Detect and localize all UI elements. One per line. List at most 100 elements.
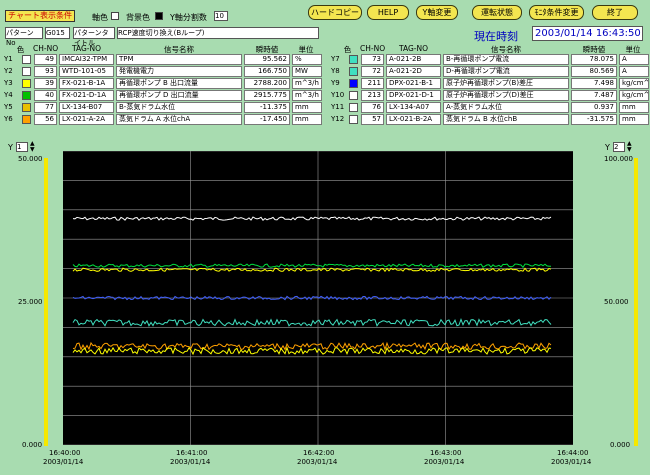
signal-color-swatch[interactable] — [349, 55, 358, 64]
left-tick-mid: 25.000 — [18, 298, 43, 306]
monitor-condition-button[interactable]: ﾓﾆﾀ条件変更 — [529, 5, 584, 20]
signal-tag-no: DPX-021-B-1 — [386, 78, 441, 89]
clock-label: 現在時刻 — [474, 30, 518, 43]
bg-color-label: 背景色 — [126, 13, 150, 22]
signal-tag-no: WTD-101-05 — [59, 66, 114, 77]
signal-color-swatch[interactable] — [22, 91, 31, 100]
signal-ch-no: 76 — [361, 102, 384, 113]
signal-unit: mm — [619, 102, 649, 113]
signal-value: -17.450 — [244, 114, 290, 125]
x-tick-time: 16:40:00 — [49, 449, 81, 457]
signal-ch-no: 39 — [34, 78, 57, 89]
signal-color-swatch[interactable] — [349, 115, 358, 124]
signal-unit: kg/cm^2 — [619, 78, 649, 89]
x-tick-date: 2003/01/14 — [297, 458, 338, 466]
col-header-tag-r: TAG-NO — [398, 44, 429, 53]
signal-tag-no: LX-134-A07 — [386, 102, 441, 113]
left-axis-select[interactable]: 1 — [16, 142, 28, 152]
signal-tag-no: FX-021-D-1A — [59, 90, 114, 101]
signal-y-label: Y6 — [4, 115, 13, 123]
signal-row[interactable]: Y9 211 DPX-021-B-1 原子炉再循環ポンプ(B)差圧 7.498 kg/cm… — [331, 78, 650, 89]
signal-unit: mm — [619, 114, 649, 125]
signal-value: 78.075 — [571, 54, 617, 65]
x-tick-date: 2003/01/14 — [551, 458, 592, 466]
signal-color-swatch[interactable] — [22, 103, 31, 112]
chart-settings-tab[interactable]: チャート表示条件 — [5, 10, 75, 22]
signal-row[interactable]: Y1 49 IMCAI32-TPM TPM 95.562% — [4, 54, 324, 65]
pattern-no-value[interactable]: G015 — [45, 27, 70, 39]
signal-name: 再循環ポンプ D 出口流量 — [116, 90, 242, 101]
right-tick-top: 100.000 — [604, 155, 633, 163]
signal-y-label: Y12 — [331, 115, 345, 123]
signal-tag-no: FX-021-B-1A — [59, 78, 114, 89]
signal-color-swatch[interactable] — [22, 55, 31, 64]
signal-name: 原子炉再循環ポンプ(D)差圧 — [443, 90, 569, 101]
left-y-axis-bar — [44, 158, 48, 446]
signal-tag-no: A-021-2B — [386, 54, 441, 65]
signal-name: 蒸気ドラム A 水位chA — [116, 114, 242, 125]
signal-unit: m^3/h — [292, 90, 322, 101]
right-y-axis-bar — [634, 158, 638, 446]
signal-row[interactable]: Y7 73 A-021-2B B-再循環ポンプ電流 78.075 A — [331, 54, 650, 65]
exit-button[interactable]: 終了 — [592, 5, 638, 20]
grid-color-label: 軸色 — [92, 13, 108, 22]
x-tick-time: 16:43:00 — [430, 449, 462, 457]
signal-ch-no: 56 — [34, 114, 57, 125]
signal-row[interactable]: Y8 72 A-021-2D D-再循環ポンプ電流 80.569 A — [331, 66, 650, 77]
trend-series-line — [72, 318, 552, 327]
signal-y-label: Y8 — [331, 67, 340, 75]
signal-y-label: Y7 — [331, 55, 340, 63]
operation-status-button[interactable]: 運転状態 — [472, 5, 522, 20]
bg-color-checkbox[interactable] — [155, 12, 163, 20]
signal-row[interactable]: Y3 39 FX-021-B-1A 再循環ポンプ B 出口流量 2788.200 m^3/… — [4, 78, 324, 89]
signal-name: B-蒸気ドラム水位 — [116, 102, 242, 113]
signal-row[interactable]: Y11 76 LX-134-A07 A-蒸気ドラム水位 0.937 mm — [331, 102, 650, 113]
left-tick-bottom: 0.000 — [22, 441, 43, 449]
hardcopy-button[interactable]: ハードコピー — [308, 5, 362, 20]
signal-color-swatch[interactable] — [349, 79, 358, 88]
right-axis-select[interactable]: 2 — [613, 142, 625, 152]
signal-y-label: Y11 — [331, 103, 345, 111]
left-axis-label: Y — [8, 143, 13, 152]
trend-chart[interactable] — [63, 150, 573, 446]
signal-color-swatch[interactable] — [349, 91, 358, 100]
y-axis-change-button[interactable]: Y軸変更 — [416, 5, 458, 20]
signal-unit: m^3/h — [292, 78, 322, 89]
signal-color-swatch[interactable] — [22, 79, 31, 88]
signal-ch-no: 40 — [34, 90, 57, 101]
signal-ch-no: 72 — [361, 66, 384, 77]
signal-tag-no: LX-134-B07 — [59, 102, 114, 113]
signal-row[interactable]: Y4 40 FX-021-D-1A 再循環ポンプ D 出口流量 2915.775 m^3/… — [4, 90, 324, 101]
signal-row[interactable]: Y5 77 LX-134-B07 B-蒸気ドラム水位 -11.375 mm — [4, 102, 324, 113]
signal-row[interactable]: Y6 56 LX-021-A-2A 蒸気ドラム A 水位chA -17.450 mm — [4, 114, 324, 125]
signal-color-swatch[interactable] — [349, 103, 358, 112]
signal-value: 2915.775 — [244, 90, 290, 101]
signal-color-swatch[interactable] — [22, 67, 31, 76]
signal-value: -31.575 — [571, 114, 617, 125]
grid-color-checkbox[interactable] — [111, 12, 119, 20]
trend-plot-svg — [63, 150, 573, 446]
x-tick-date: 2003/01/14 — [43, 458, 84, 466]
signal-color-swatch[interactable] — [22, 115, 31, 124]
help-button[interactable]: HELP — [367, 5, 409, 20]
signal-y-label: Y10 — [331, 91, 345, 99]
col-header-tag-l: TAG-NO — [71, 44, 102, 53]
signal-row[interactable]: Y12 57 LX-021-B-2A 蒸気ドラム B 水位chB -31.575 mm — [331, 114, 650, 125]
signal-y-label: Y4 — [4, 91, 13, 99]
signal-ch-no: 73 — [361, 54, 384, 65]
y-div-input[interactable]: 10 — [214, 11, 228, 21]
signal-ch-no: 213 — [361, 90, 384, 101]
signal-color-swatch[interactable] — [349, 67, 358, 76]
pattern-title-value[interactable]: RCP速度切り換え(Bループ) — [117, 27, 319, 39]
signal-y-label: Y1 — [4, 55, 13, 63]
signal-row[interactable]: Y2 93 WTD-101-05 発電機電力 166.750 MW — [4, 66, 324, 77]
left-axis-spin-icon[interactable]: ▲ ▼ — [30, 141, 35, 153]
signal-name: 蒸気ドラム B 水位chB — [443, 114, 569, 125]
pattern-title-label: パターンタイトル — [73, 27, 115, 47]
signal-unit: mm — [292, 102, 322, 113]
signal-name: B-再循環ポンプ電流 — [443, 54, 569, 65]
signal-value: 0.937 — [571, 102, 617, 113]
right-axis-spin-icon[interactable]: ▲ ▼ — [627, 141, 632, 153]
signal-tag-no: IMCAI32-TPM — [59, 54, 114, 65]
signal-row[interactable]: Y10 213 DPX-021-D-1 原子炉再循環ポンプ(D)差圧 7.487 kg/c… — [331, 90, 650, 101]
